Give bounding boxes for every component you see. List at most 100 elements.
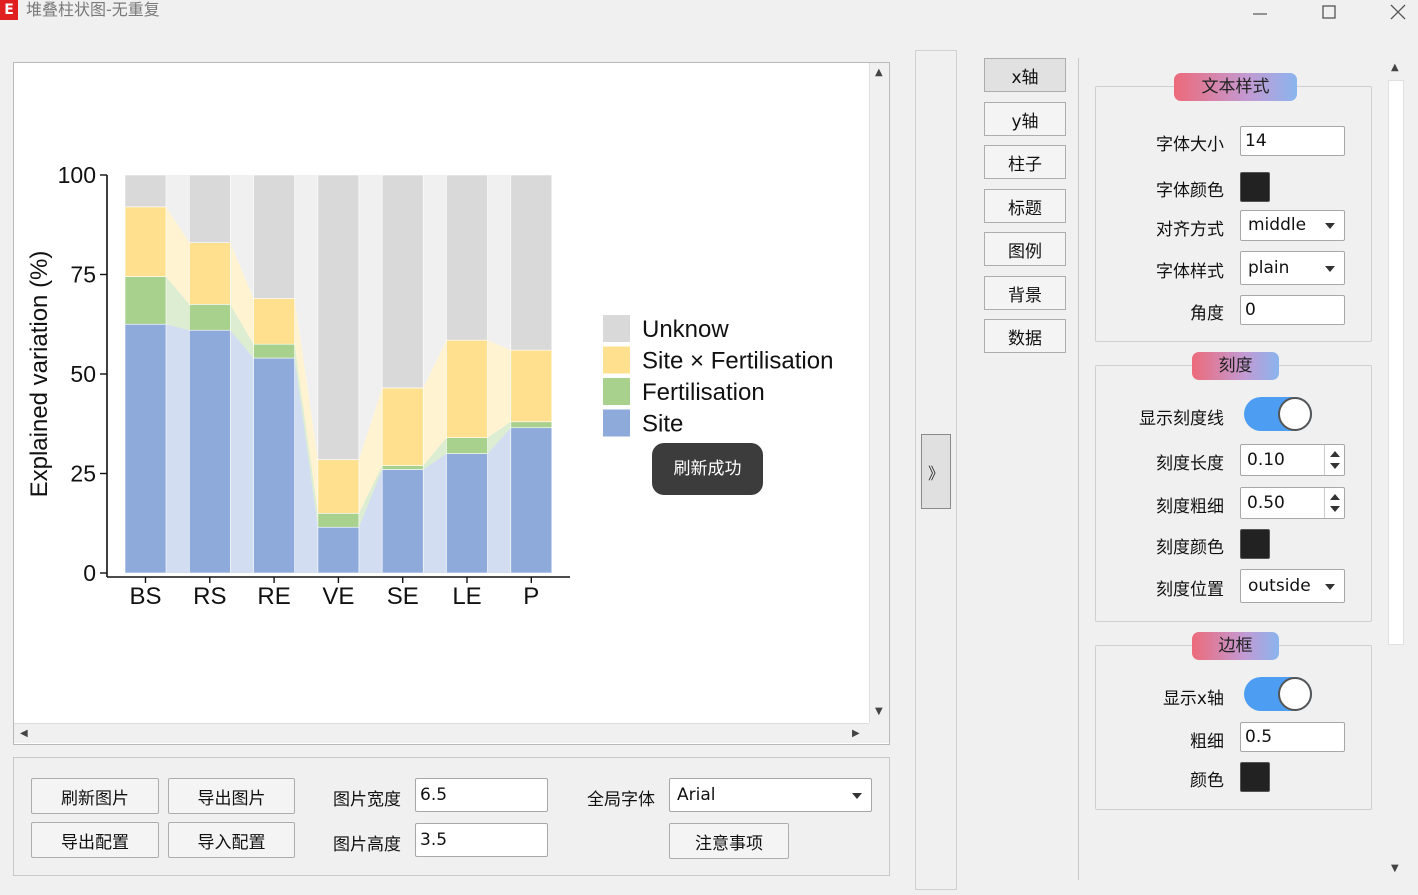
align-label: 对齐方式	[1156, 220, 1224, 240]
bar-segment	[446, 339, 488, 438]
bar-segment	[446, 453, 488, 574]
spin-buttons[interactable]	[1324, 488, 1344, 518]
tick-width-spinbox[interactable]: 0.50	[1240, 487, 1345, 519]
chevron-down-icon	[852, 793, 862, 799]
border-color-swatch[interactable]	[1240, 762, 1270, 792]
connector-band	[423, 453, 447, 573]
scroll-down-arrow-icon[interactable]: ▼	[875, 707, 883, 717]
image-width-input[interactable]: 6.5	[415, 778, 548, 812]
connector-band	[166, 324, 190, 573]
legend-label: Site	[642, 411, 683, 438]
plot-horizontal-scrollbar[interactable]: ◀ ▶	[14, 723, 869, 743]
tick-position-label: 刻度位置	[1156, 580, 1224, 600]
x-tick-label: RE	[257, 583, 290, 610]
bar-segment	[253, 343, 295, 359]
minimize-button[interactable]	[1240, 0, 1280, 24]
app-icon: E	[0, 0, 18, 20]
scroll-corner	[869, 723, 889, 743]
spin-down-icon[interactable]	[1330, 463, 1340, 469]
y-axis-label: Explained variation (%)	[26, 251, 53, 498]
bar-segment	[446, 174, 488, 341]
scroll-left-arrow-icon[interactable]: ◀	[20, 729, 28, 739]
divider	[1078, 58, 1079, 880]
scroll-up-arrow-icon[interactable]: ▲	[1391, 63, 1399, 73]
connector-band	[487, 340, 511, 438]
image-height-label: 图片高度	[333, 835, 401, 855]
settings-scroll-thumb[interactable]	[1388, 80, 1404, 645]
font-size-input[interactable]: 14	[1240, 126, 1345, 156]
collapse-panel-button[interactable]: 》	[921, 434, 951, 509]
tick-length-label: 刻度长度	[1156, 454, 1224, 474]
tick-color-label: 刻度颜色	[1156, 538, 1224, 558]
y-tick-label: 50	[70, 361, 96, 387]
bar-segment	[124, 174, 167, 208]
angle-input[interactable]: 0	[1240, 295, 1345, 325]
bar-segment	[253, 357, 295, 574]
image-height-input[interactable]: 3.5	[415, 823, 548, 857]
bar-segment	[189, 329, 231, 574]
tab-background[interactable]: 背景	[984, 276, 1066, 310]
tab-legend[interactable]: 图例	[984, 232, 1066, 266]
bar-segment	[189, 242, 231, 305]
plot-vertical-scrollbar[interactable]: ▲ ▼	[869, 63, 889, 723]
tab-bars[interactable]: 柱子	[984, 145, 1066, 179]
export-image-button[interactable]: 导出图片	[168, 778, 295, 814]
font-color-swatch[interactable]	[1240, 172, 1270, 202]
y-tick-label: 75	[70, 262, 96, 288]
global-font-select[interactable]: Arial	[669, 778, 872, 812]
maximize-button[interactable]	[1309, 0, 1349, 24]
export-config-button[interactable]: 导出配置	[31, 822, 159, 858]
bar-segment	[381, 174, 424, 389]
maximize-icon	[1322, 5, 1336, 19]
tick-length-spinbox[interactable]: 0.10	[1240, 444, 1345, 476]
font-style-select[interactable]: plain	[1240, 251, 1345, 285]
font-style-label: 字体样式	[1156, 262, 1224, 282]
angle-label: 角度	[1190, 304, 1224, 324]
global-font-value: Arial	[677, 785, 716, 805]
chevron-down-icon	[1325, 223, 1335, 229]
tick-position-select[interactable]: outside	[1240, 569, 1345, 603]
bar-segment	[124, 323, 167, 574]
show-x-axis-toggle[interactable]	[1244, 677, 1312, 711]
global-font-label: 全局字体	[587, 790, 655, 810]
y-tick-label: 100	[58, 162, 96, 188]
spin-up-icon[interactable]	[1330, 494, 1340, 500]
tick-width-label: 刻度粗细	[1156, 497, 1224, 517]
x-tick-label: LE	[452, 583, 481, 610]
tab-x-axis[interactable]: x轴	[984, 58, 1066, 92]
refresh-image-button[interactable]: 刷新图片	[31, 778, 159, 814]
bar-segment	[253, 298, 295, 345]
bar-segment	[253, 174, 295, 299]
tab-data[interactable]: 数据	[984, 319, 1066, 353]
ticks-title: 刻度	[1192, 352, 1279, 380]
toast-message: 刷新成功	[652, 443, 763, 495]
show-ticks-toggle[interactable]	[1244, 397, 1312, 431]
tab-y-axis[interactable]: y轴	[984, 102, 1066, 136]
font-style-value: plain	[1248, 258, 1290, 278]
font-size-label: 字体大小	[1156, 135, 1224, 155]
tick-length-value: 0.10	[1247, 450, 1285, 470]
spin-up-icon[interactable]	[1330, 451, 1340, 457]
thickness-input[interactable]: 0.5	[1240, 722, 1345, 752]
import-config-button[interactable]: 导入配置	[168, 822, 295, 858]
scroll-up-arrow-icon[interactable]: ▲	[875, 68, 883, 78]
align-select[interactable]: middle	[1240, 210, 1345, 241]
scroll-right-arrow-icon[interactable]: ▶	[852, 729, 860, 739]
legend-swatch	[603, 346, 630, 374]
bar-segment	[381, 469, 424, 574]
legend-swatch	[603, 378, 630, 405]
close-button[interactable]	[1378, 0, 1418, 24]
tick-color-swatch[interactable]	[1240, 529, 1270, 559]
bar-segment	[317, 174, 360, 460]
border-color-label: 颜色	[1190, 771, 1224, 791]
tab-title[interactable]: 标题	[984, 189, 1066, 223]
title-bar: E 堆叠柱状图-无重复	[0, 0, 1418, 32]
window-title: 堆叠柱状图-无重复	[26, 0, 160, 19]
close-icon	[1390, 4, 1406, 20]
x-tick-label: P	[523, 583, 539, 610]
notes-button[interactable]: 注意事项	[669, 823, 789, 859]
bar-segment	[189, 174, 231, 243]
spin-buttons[interactable]	[1324, 445, 1344, 475]
spin-down-icon[interactable]	[1330, 506, 1340, 512]
scroll-down-arrow-icon[interactable]: ▼	[1391, 864, 1399, 874]
